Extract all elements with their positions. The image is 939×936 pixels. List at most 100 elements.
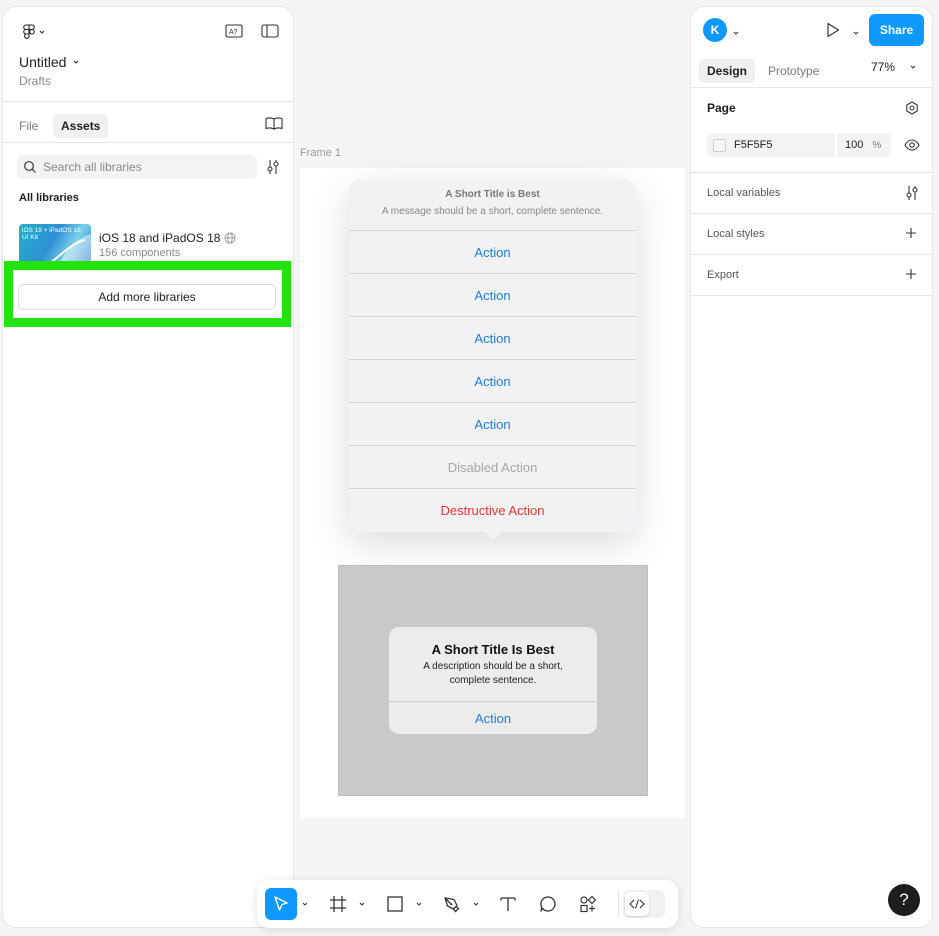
color-swatch[interactable] xyxy=(713,138,726,152)
eye-icon xyxy=(904,139,920,151)
chevron-down-icon xyxy=(359,902,365,906)
share-button[interactable]: Share xyxy=(869,14,924,46)
hexagon-style-icon xyxy=(906,101,918,115)
sheet-action[interactable]: Action xyxy=(349,230,636,273)
sheet-message: A message should be a short, complete se… xyxy=(381,206,604,217)
avatar-menu[interactable] xyxy=(732,26,740,40)
toggle-sidebar-button[interactable] xyxy=(259,23,281,39)
file-title[interactable]: Untitled xyxy=(19,54,81,70)
rectangle-icon xyxy=(387,896,403,912)
dev-mode-knob xyxy=(625,892,649,916)
comment-tool-button[interactable] xyxy=(534,892,562,916)
frame-tool-menu[interactable] xyxy=(358,898,366,910)
add-export-button[interactable] xyxy=(904,267,918,281)
chevron-down-icon xyxy=(39,30,44,34)
main-menu-button[interactable] xyxy=(19,23,49,41)
chevron-down-icon xyxy=(733,31,739,35)
file-name: Untitled xyxy=(19,54,67,70)
page-color-value: F5F5F5 xyxy=(734,139,773,151)
bottom-toolbar xyxy=(257,880,678,928)
divider xyxy=(691,87,932,88)
avatar[interactable]: K xyxy=(703,18,727,42)
alert-dialog[interactable]: A Short Title Is Best A description shou… xyxy=(389,627,597,734)
present-button[interactable] xyxy=(823,21,843,39)
text-tool-button[interactable] xyxy=(494,892,522,916)
filter-button[interactable] xyxy=(265,158,281,176)
chevron-down-icon xyxy=(74,60,79,64)
sheet-action[interactable]: Action xyxy=(349,359,636,402)
visibility-button[interactable] xyxy=(903,137,921,153)
add-more-libraries-button[interactable]: Add more libraries xyxy=(18,284,276,310)
tab-prototype[interactable]: Prototype xyxy=(760,59,827,83)
sliders-icon xyxy=(267,160,279,174)
add-style-button[interactable] xyxy=(904,226,918,240)
figma-logo-icon xyxy=(22,24,35,39)
alert-description-line2: complete sentence. xyxy=(449,675,537,686)
sheet-disabled-action[interactable]: Disabled Action xyxy=(349,445,636,488)
frame-icon xyxy=(330,896,346,912)
local-styles-label[interactable]: Local styles xyxy=(707,228,764,240)
actions-tool-button[interactable] xyxy=(574,892,602,916)
sheet-action[interactable]: Action xyxy=(349,316,636,359)
tab-design[interactable]: Design xyxy=(699,59,756,83)
pen-tool-menu[interactable] xyxy=(472,898,480,910)
library-item[interactable]: iOS 18 + iPadOS 18 UI Kit iOS 18 and iPa… xyxy=(17,222,287,264)
help-button[interactable]: ? xyxy=(888,884,920,916)
chevron-down-icon xyxy=(302,902,308,906)
present-menu[interactable] xyxy=(852,26,860,40)
library-count: 156 components xyxy=(99,247,181,259)
pen-tool-button[interactable] xyxy=(438,892,466,916)
library-book-button[interactable] xyxy=(264,115,284,131)
sheet-title: A Short Title is Best xyxy=(445,189,540,200)
plus-icon xyxy=(906,269,916,279)
search-input[interactable]: Search all libraries xyxy=(17,155,257,179)
font-settings-button[interactable]: A? xyxy=(223,23,245,39)
page-opacity-field[interactable]: 100 % xyxy=(837,133,891,157)
sidebar-icon xyxy=(261,24,279,38)
dev-mode-toggle[interactable] xyxy=(623,890,665,918)
zoom-menu[interactable]: 77% xyxy=(871,60,917,74)
sheet-destructive-action[interactable]: Destructive Action xyxy=(349,488,636,531)
local-variables-button[interactable] xyxy=(903,184,921,202)
page-color-field[interactable]: F5F5F5 xyxy=(707,133,835,157)
text-icon xyxy=(500,897,516,911)
divider xyxy=(691,254,932,255)
frame-tool-button[interactable] xyxy=(324,892,352,916)
search-placeholder: Search all libraries xyxy=(43,160,142,174)
alert-title: A Short Title Is Best xyxy=(431,642,555,657)
tab-assets[interactable]: Assets xyxy=(53,114,109,138)
action-sheet[interactable]: A Short Title is Best A message should b… xyxy=(349,179,636,540)
divider xyxy=(691,213,932,214)
export-label[interactable]: Export xyxy=(707,269,739,281)
alert-description-line1: A description should be a short, xyxy=(423,661,563,672)
sliders-icon xyxy=(906,186,918,200)
library-thumbnail: iOS 18 + iPadOS 18 UI Kit xyxy=(19,224,91,264)
alert-action-button[interactable]: Action xyxy=(389,701,597,734)
chevron-down-icon xyxy=(416,902,422,906)
page-styles-button[interactable] xyxy=(903,100,921,116)
move-tool-menu[interactable] xyxy=(301,898,309,910)
sheet-action[interactable]: Action xyxy=(349,273,636,316)
cursor-icon xyxy=(274,896,288,911)
tab-file[interactable]: File xyxy=(11,114,46,138)
toolbar-divider xyxy=(618,890,619,918)
divider xyxy=(691,172,932,173)
svg-text:A?: A? xyxy=(229,29,238,36)
section-title: All libraries xyxy=(19,192,79,204)
pen-icon xyxy=(444,897,460,913)
move-tool-button[interactable] xyxy=(265,888,297,920)
zoom-level: 77% xyxy=(871,60,896,74)
comment-icon xyxy=(540,896,556,912)
divider xyxy=(3,101,293,102)
divider xyxy=(691,295,932,296)
play-icon xyxy=(827,22,840,38)
page-opacity-value: 100 xyxy=(845,139,864,151)
frame-label[interactable]: Frame 1 xyxy=(300,147,341,159)
sheet-action[interactable]: Action xyxy=(349,402,636,445)
library-thumb-text: iOS 18 + iPadOS 18 UI Kit xyxy=(22,227,81,241)
percent-sign: % xyxy=(872,139,882,151)
shape-tool-menu[interactable] xyxy=(415,898,423,910)
local-variables-label[interactable]: Local variables xyxy=(707,187,780,199)
right-panel: K Share Design Prototype 77% Page F5F5F5… xyxy=(690,6,933,928)
shape-tool-button[interactable] xyxy=(381,892,409,916)
